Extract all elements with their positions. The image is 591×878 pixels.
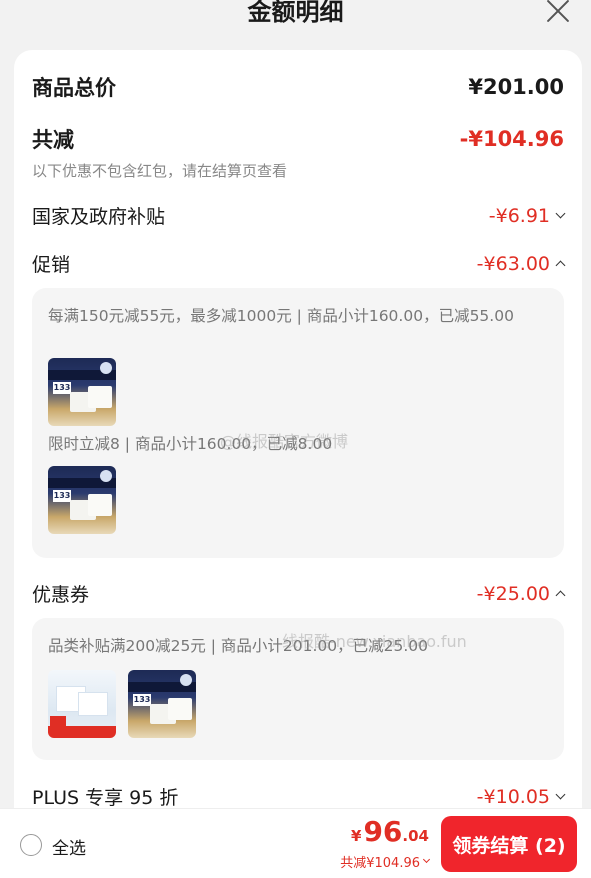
plus-discount-row[interactable]: PLUS 专享 95 折 -¥10.05 [32, 783, 566, 810]
chevron-up-icon [555, 260, 566, 271]
price-integer: 96 [363, 815, 403, 848]
product-thumbnail[interactable]: 133 [48, 358, 116, 426]
gov-subsidy-amount: -¥6.91 [489, 205, 566, 227]
price-decimal: .04 [402, 827, 429, 845]
product-thumbnail[interactable] [48, 670, 116, 738]
detail-card: 商品总价 ¥201.00 共减 -¥104.96 以下优惠不包含红包，请在结算页… [14, 50, 582, 870]
product-thumbnail[interactable]: 133 [48, 466, 116, 534]
promotion-amount: -¥63.00 [477, 253, 566, 275]
select-all-label[interactable]: 全选 [52, 834, 86, 859]
coupon-amount: -¥25.00 [477, 583, 566, 605]
gov-subsidy-label: 国家及政府补贴 [32, 206, 166, 228]
checkout-button[interactable]: 领券结算 (2) [441, 816, 577, 872]
coupon-row[interactable]: 优惠券 -¥25.00 [32, 580, 566, 607]
total-reduce-amount: -¥104.96 [459, 127, 564, 151]
chevron-down-icon [555, 789, 566, 800]
promotion-row[interactable]: 促销 -¥63.00 [32, 250, 566, 277]
gov-subsidy-row[interactable]: 国家及政府补贴 -¥6.91 [32, 202, 566, 229]
select-all-radio[interactable] [20, 834, 42, 856]
close-icon[interactable] [543, 0, 573, 26]
promotion-item-1-text: 每满150元减55元，最多减1000元 | 商品小计160.00，已减55.00 [48, 307, 514, 325]
total-reduce-toggle[interactable]: 共减¥104.96 [340, 852, 431, 871]
coupon-label: 优惠券 [32, 584, 90, 606]
total-reduce-text: 共减¥104.96 [340, 856, 420, 871]
plus-discount-label: PLUS 专享 95 折 [32, 787, 179, 809]
thumb-badge: 133 [133, 694, 151, 706]
product-thumbnail[interactable]: 133 [128, 670, 196, 738]
total-price: ¥ 96 .04 [351, 815, 429, 848]
total-goods-row: 商品总价 ¥201.00 [32, 72, 564, 102]
checkout-bar: 全选 ¥ 96 .04 共减¥104.96 领券结算 (2) [0, 808, 591, 878]
sheet-title: 金额明细 [247, 0, 344, 26]
thumb-badge: 133 [53, 490, 71, 502]
chevron-down-icon [422, 855, 431, 864]
sheet-header: 金额明细 [0, 0, 591, 50]
chevron-down-icon [555, 208, 566, 219]
promotion-panel: 每满150元减55元，最多减1000元 | 商品小计160.00，已减55.00… [32, 288, 564, 558]
chevron-up-icon [555, 590, 566, 601]
total-reduce-row: 共减 -¥104.96 [32, 124, 564, 154]
coupon-panel: 品类补贴满200减25元 | 商品小计201.00，已减25.00 133 [32, 618, 564, 760]
promotion-label: 促销 [32, 254, 71, 276]
currency-symbol: ¥ [351, 827, 362, 845]
coupon-item-1-text: 品类补贴满200减25元 | 商品小计201.00，已减25.00 [48, 637, 428, 655]
reduce-note: 以下优惠不包含红包，请在结算页查看 [32, 162, 288, 180]
plus-discount-amount: -¥10.05 [477, 786, 566, 808]
thumb-badge: 133 [53, 382, 71, 394]
total-goods-amount: ¥201.00 [468, 75, 564, 99]
total-goods-label: 商品总价 [32, 76, 116, 100]
promotion-item-2-text: 限时立减8 | 商品小计160.00，已减8.00 [48, 435, 333, 453]
amount-detail-sheet: 金额明细 商品总价 ¥201.00 共减 -¥104.96 以下优惠不包含红包，… [0, 0, 591, 878]
total-reduce-label: 共减 [32, 128, 74, 152]
